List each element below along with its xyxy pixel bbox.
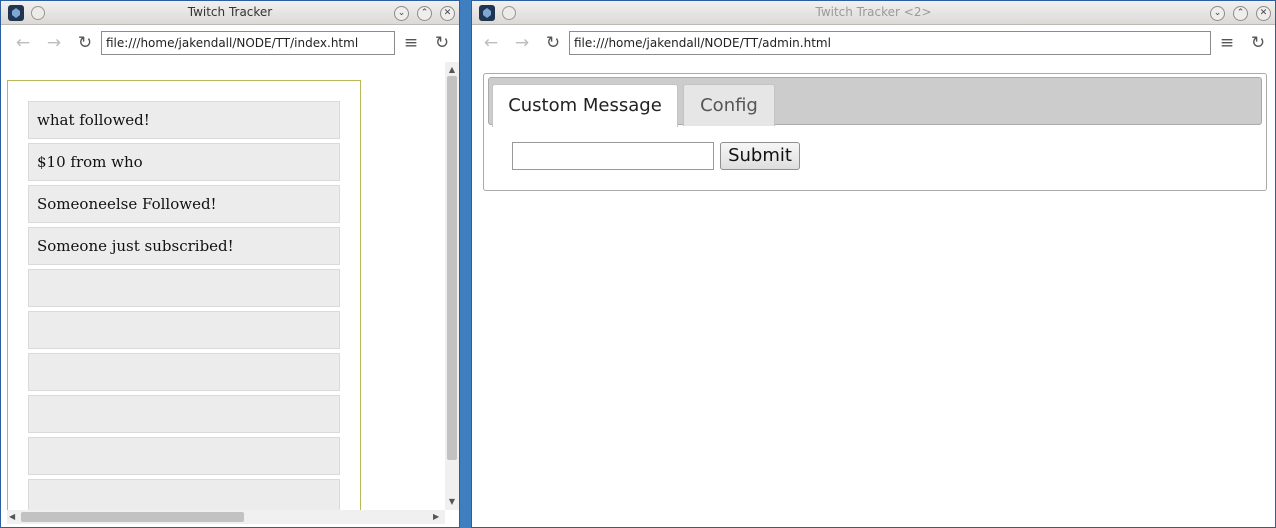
tabs-panel: Custom Message Config Submit [483,73,1267,191]
alert-row: what followed! [28,101,340,139]
left-browser-window: Twitch Tracker ⌄ ⌃ ✕ ← → ↻ file:///home/… [0,0,460,528]
hamburger-menu-icon[interactable]: ≡ [400,32,422,54]
reload-icon[interactable]: ↻ [542,32,564,54]
title-bar[interactable]: Twitch Tracker ⌄ ⌃ ✕ [1,1,459,25]
alert-row [28,353,340,391]
hamburger-menu-icon[interactable]: ≡ [1216,32,1238,54]
submit-button[interactable]: Submit [720,142,800,170]
scroll-right-icon[interactable]: ▶ [433,510,439,524]
window-title: Twitch Tracker <2> [815,5,932,19]
title-bar[interactable]: Twitch Tracker <2> ⌄ ⌃ ✕ [472,1,1275,25]
alert-row [28,269,340,307]
maximize-icon[interactable]: ⌃ [417,6,432,21]
tab-config[interactable]: Config [683,84,775,126]
page-viewport: what followed! $10 from who Someoneelse … [1,62,445,510]
forward-arrow-icon[interactable]: → [511,32,533,54]
horizontal-scrollbar[interactable]: ◀ ▶ [7,510,445,524]
back-arrow-icon[interactable]: ← [480,32,502,54]
back-arrow-icon[interactable]: ← [12,32,34,54]
toolbar: ← → ↻ file:///home/jakendall/NODE/TT/ind… [1,25,459,61]
alert-row [28,479,340,510]
alert-row: $10 from who [28,143,340,181]
alert-row [28,437,340,475]
reload-icon[interactable]: ↻ [74,32,96,54]
alert-row [28,311,340,349]
window-title: Twitch Tracker [187,5,273,19]
tab-custom-message[interactable]: Custom Message [492,84,678,127]
url-bar[interactable]: file:///home/jakendall/NODE/TT/admin.htm… [569,31,1211,55]
close-icon[interactable]: ✕ [1256,6,1271,21]
vertical-scrollbar[interactable]: ▲ ▼ [445,62,459,510]
alert-row: Someoneelse Followed! [28,185,340,223]
scrollbar-thumb[interactable] [447,76,457,460]
toolbar: ← → ↻ file:///home/jakendall/NODE/TT/adm… [472,25,1275,61]
scroll-left-icon[interactable]: ◀ [9,510,15,524]
url-bar[interactable]: file:///home/jakendall/NODE/TT/index.htm… [101,31,395,55]
scroll-up-icon[interactable]: ▲ [445,65,459,74]
alert-row: Someone just subscribed! [28,227,340,265]
right-browser-window: Twitch Tracker <2> ⌄ ⌃ ✕ ← → ↻ file:///h… [471,0,1276,528]
maximize-icon[interactable]: ⌃ [1233,6,1248,21]
alert-list: what followed! $10 from who Someoneelse … [7,80,361,510]
reload-icon[interactable]: ↻ [431,32,453,54]
reload-icon[interactable]: ↻ [1247,32,1269,54]
alert-row [28,395,340,433]
scroll-down-icon[interactable]: ▼ [445,497,459,506]
tab-bar: Custom Message Config [488,77,1262,127]
minimize-icon[interactable]: ⌄ [394,6,409,21]
close-icon[interactable]: ✕ [440,6,455,21]
minimize-icon[interactable]: ⌄ [1210,6,1225,21]
scrollbar-thumb[interactable] [21,512,244,522]
custom-message-input[interactable] [512,142,714,170]
forward-arrow-icon[interactable]: → [43,32,65,54]
